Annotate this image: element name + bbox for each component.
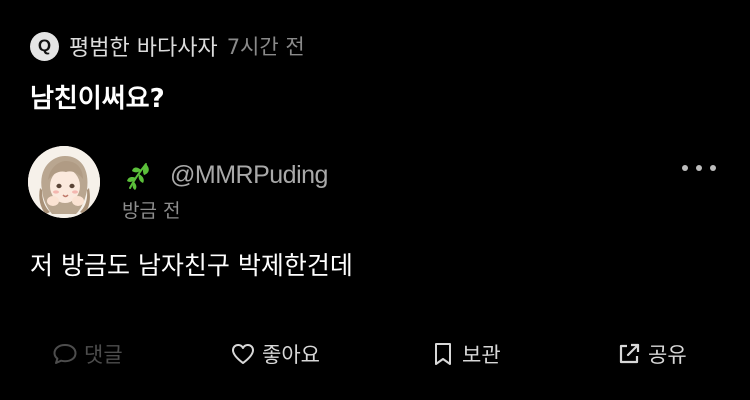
question-header: Q 평범한 바다사자 7시간 전 <box>30 30 305 62</box>
comment-button[interactable]: 댓글 <box>52 336 123 372</box>
answer-timestamp: 방금 전 <box>122 200 181 222</box>
comment-label: 댓글 <box>84 343 123 367</box>
like-button[interactable]: 좋아요 <box>230 336 320 372</box>
action-bar: 댓글 좋아요 보관 공유 <box>0 336 750 372</box>
bookmark-icon <box>435 343 451 365</box>
leaf-icon <box>127 163 149 190</box>
comment-icon <box>53 344 77 364</box>
avatar[interactable] <box>28 146 100 218</box>
save-label: 보관 <box>462 343 501 367</box>
question-timestamp: 7시간 전 <box>226 35 305 59</box>
more-dots-icon <box>710 165 716 171</box>
like-label: 좋아요 <box>262 343 320 367</box>
more-dots-icon <box>682 165 688 171</box>
save-button[interactable]: 보관 <box>430 336 501 372</box>
answer-text: 저 방금도 남자친구 박제한건데 <box>30 251 353 280</box>
answerer-handle[interactable]: @MMRPuding <box>170 161 328 190</box>
share-icon <box>619 343 640 364</box>
share-button[interactable]: 공유 <box>616 336 687 372</box>
more-options-button[interactable] <box>682 160 716 176</box>
question-badge: Q <box>30 31 59 61</box>
more-dots-icon <box>696 165 702 171</box>
share-label: 공유 <box>648 343 687 367</box>
heart-icon <box>232 344 254 364</box>
answerer-line: @MMRPuding <box>122 158 328 192</box>
avatar-illustration <box>28 146 100 218</box>
question-text: 남친이써요? <box>30 84 165 114</box>
asker-name[interactable]: 평범한 바다사자 <box>69 30 218 62</box>
